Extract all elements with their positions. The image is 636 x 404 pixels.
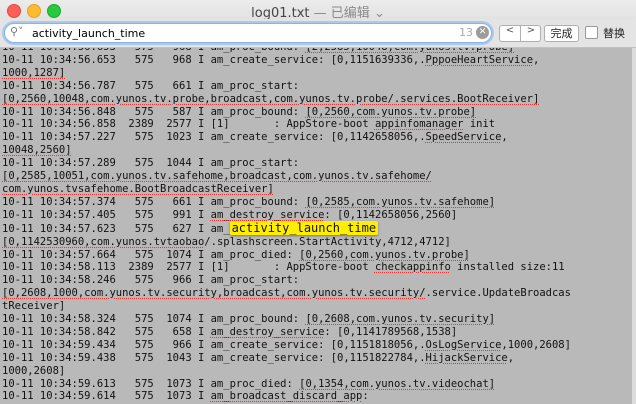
log-line: 10-11 10:34:56.858 2389 2577 I [1] : App… — [2, 118, 571, 131]
log-text-segment: am_destroy_service — [210, 208, 325, 221]
log-text-segment: 10-11 10:34:58.842 575 658 I — [2, 325, 211, 338]
log-text: 10-11 10:34:56.653 575 968 I am_proc_bou… — [2, 48, 571, 403]
log-text-segment: [0,2608,1000,com.yunos.tv.security,broad… — [2, 287, 426, 300]
log-line: 10-11 10:34:56.787 575 661 I am_proc_sta… — [2, 80, 571, 93]
log-line: 10-11 10:34:57.664 575 1074 I am_proc_di… — [2, 249, 571, 262]
log-text-segment: 10-11 10:34:56.653 575 968 I am_proc_bou… — [2, 48, 305, 53]
replace-label: 替换 — [603, 27, 625, 40]
log-text-segment: 10-11 10:34:58.113 2389 2577 I [1] : App… — [2, 261, 375, 274]
match-count: 13 — [459, 26, 473, 39]
text-editor[interactable]: 10-11 10:34:56.653 575 968 I am_proc_bou… — [0, 48, 632, 404]
log-text-segment: 10-11 10:34:59.434 575 966 I am_create_s… — [2, 338, 426, 351]
log-text-segment: am_broadcast_discard_app — [210, 390, 363, 403]
log-text-segment: , — [533, 53, 540, 66]
log-line: [0,1142530960,com.yunos.tvtaobao/.splash… — [2, 236, 571, 249]
log-text-segment: [0,2560,10048,com.yunos.tv.probe,broadca… — [2, 92, 540, 105]
clear-search-icon[interactable]: ✕ — [476, 26, 489, 39]
log-text-segment: : [0,1142658056,2560] — [324, 208, 458, 221]
log-text-segment: [0,2560,com.yunos.tv.probe] — [305, 105, 477, 118]
log-text-segment: 10-11 10:34:58.246 575 966 I am_proc_sta… — [2, 274, 300, 287]
log-text-segment: : [0,1141789568,1538] — [324, 325, 458, 338]
log-text-segment: 10-11 10:34:58.324 575 1074 I am_proc_bo… — [2, 313, 306, 326]
log-line: tReceiver] — [2, 300, 571, 313]
log-line: 10-11 10:34:57.405 575 991 I am_destroy_… — [2, 209, 571, 222]
log-line: 10-11 10:34:57.374 575 661 I am_proc_bou… — [2, 196, 571, 209]
log-text-segment: com.yunos.tvsafehome.BootBroadcastReceiv… — [2, 182, 274, 195]
log-text-segment: 10-11 10:34:56.787 575 661 I am_proc_sta… — [2, 79, 300, 92]
log-text-segment: .service.UpdateBroadcas — [425, 287, 571, 300]
log-line: 10-11 10:34:59.613 575 1073 I am_proc_di… — [2, 378, 571, 391]
log-line: 10-11 10:34:57.227 575 1023 I am_create_… — [2, 131, 571, 144]
log-text-segment: 10-11 10:34:57.664 575 1074 I am_proc_di… — [2, 248, 300, 261]
log-text-segment: 10-11 10:34:57.623 575 627 I am_ — [2, 222, 230, 235]
log-line: 10-11 10:34:56.848 575 587 I am_proc_bou… — [2, 106, 571, 119]
log-text-segment: : — [362, 390, 369, 403]
log-text-segment: /.splashscreen.StartActivity,4712,4712] — [204, 235, 451, 248]
log-text-segment: 10-11 10:34:57.289 575 1044 I am_proc_st… — [2, 157, 300, 170]
log-line: 10-11 10:34:59.614 575 1073 I am_broadca… — [2, 390, 571, 403]
log-line: 10-11 10:34:58.113 2389 2577 I [1] : App… — [2, 261, 571, 274]
log-line: 10-11 10:34:57.289 575 1044 I am_proc_st… — [2, 157, 571, 170]
log-text-segment: , — [501, 131, 508, 144]
log-text-segment: OsLogService — [425, 338, 502, 351]
log-line: [0,2608,1000,com.yunos.tv.security,broad… — [2, 287, 571, 300]
log-text-segment: [0,1142530960,com.yunos.tvtaobao — [2, 235, 205, 248]
log-text-segment: init — [463, 118, 496, 131]
log-text-segment: 10-11 10:34:57.405 575 991 I — [2, 208, 211, 221]
log-text-segment: 10-11 10:34:57.227 575 1023 I am_create_… — [2, 131, 426, 144]
log-text-segment: installed size:11 — [450, 261, 565, 274]
log-text-segment: ,1000,2608] — [501, 338, 571, 351]
log-text-segment: 1000,1287] — [2, 66, 66, 79]
log-text-segment: [0,2608,com.yunos.tv.security] — [305, 313, 496, 326]
log-text-segment: 10-11 10:34:59.438 575 1043 I am_create_… — [2, 351, 426, 364]
log-text-segment: [0,1354,com.yunos.tv.videochat] — [299, 377, 496, 390]
log-line: 10-11 10:34:58.246 575 966 I am_proc_sta… — [2, 274, 571, 287]
log-text-segment: SpeedService — [425, 131, 502, 144]
log-text-segment: 10048,2560] — [2, 144, 72, 157]
log-text-segment: 10-11 10:34:57.374 575 661 I am_proc_bou… — [2, 195, 306, 208]
previous-match-button[interactable]: < — [500, 25, 520, 40]
log-line: 10-11 10:34:59.434 575 966 I am_create_s… — [2, 339, 571, 352]
log-line: 10-11 10:34:57.623 575 627 I am_ activity… — [2, 220, 571, 236]
vertical-scrollbar[interactable] — [632, 48, 636, 404]
log-text-segment: 10-11 10:34:59.614 575 1073 I — [2, 390, 211, 403]
log-text-segment: [0,2560,com.yunos.tv.probe] — [299, 248, 470, 261]
next-match-button[interactable]: > — [521, 25, 541, 40]
search-input[interactable] — [32, 25, 452, 41]
log-line: 10-11 10:34:58.324 575 1074 I am_proc_bo… — [2, 313, 571, 326]
log-text-segment: 10-11 10:34:56.848 575 587 I am_proc_bou… — [2, 105, 306, 118]
log-text-segment: , — [507, 351, 515, 364]
done-button[interactable]: 完成 — [544, 25, 579, 42]
log-line: 1000,1287] — [2, 67, 571, 80]
log-line: [0,2585,10051,com.yunos.tv.safehome,broa… — [2, 170, 571, 183]
log-text-segment: [2,2585,10048,com.yunos.tv.probe] — [305, 48, 514, 53]
search-highlight: activity_launch_time — [229, 220, 379, 235]
title-bar: log01.txt — 已编辑 ⌄ — [0, 0, 636, 21]
log-line: 10-11 10:34:56.653 575 968 I am_create_s… — [2, 54, 571, 67]
log-text-segment: [0,2585,com.yunos.tv.safehome] — [305, 195, 496, 208]
log-text-segment: 10-11 10:34:56.858 2389 2577 I [1] : App… — [2, 118, 375, 131]
log-line: 10-11 10:34:59.438 575 1043 I am_create_… — [2, 352, 571, 365]
log-line: [0,2560,10048,com.yunos.tv.probe,broadca… — [2, 93, 571, 106]
log-text-segment: 10-11 10:34:59.613 575 1073 I am_proc_di… — [2, 377, 300, 390]
log-text-segment: appinfomanager — [374, 118, 464, 131]
log-line: 10048,2560] — [2, 144, 571, 157]
match-navigation: < > — [499, 25, 541, 42]
search-field[interactable]: ⚲˅ 13 ✕ — [4, 23, 492, 43]
log-line: 1000,2608] — [2, 365, 571, 378]
log-text-segment: 10-11 10:34:56.653 575 968 I am_create_s… — [2, 53, 426, 66]
log-text-segment: HijackService — [425, 351, 508, 364]
log-text-segment: PppoeHeartService — [425, 53, 534, 66]
search-icon[interactable]: ⚲˅ — [10, 25, 24, 38]
log-line: com.yunos.tvsafehome.BootBroadcastReceiv… — [2, 183, 571, 196]
replace-checkbox[interactable] — [585, 26, 598, 39]
find-bar: ⚲˅ 13 ✕ < > 完成 替换 — [0, 19, 636, 48]
log-text-segment: am_destroy_service — [210, 325, 325, 338]
log-text-segment: tReceiver] — [2, 300, 66, 313]
log-text-segment: 1000,2608] — [2, 364, 66, 377]
log-line: 10-11 10:34:58.842 575 658 I am_destroy_… — [2, 326, 571, 339]
log-text-segment: checkappinfo — [374, 261, 451, 274]
log-text-segment: [0,2585,10051,com.yunos.tv.safehome,broa… — [2, 170, 432, 183]
